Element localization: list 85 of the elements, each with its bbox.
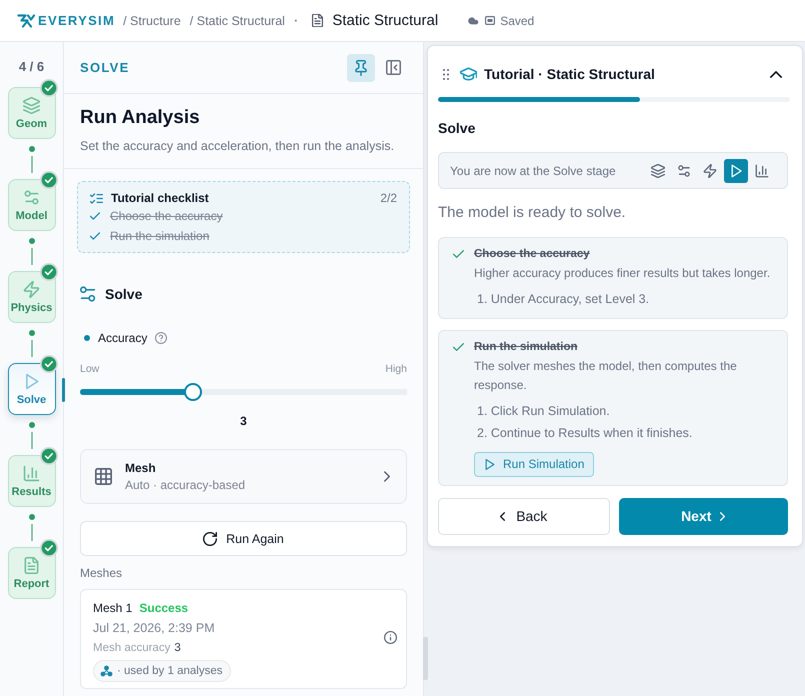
panel-collapse-icon	[386, 60, 400, 75]
step-tab[interactable]: Geom	[8, 87, 56, 139]
task-description: The solver meshes the model, then computes the response.	[474, 358, 738, 394]
cloud-icon	[468, 16, 480, 24]
tutorial-title: Tutorial · Static Structural	[484, 66, 656, 82]
sliders-icon	[23, 189, 40, 206]
save-status: Saved	[500, 14, 534, 28]
layers-icon	[23, 97, 40, 114]
box-icon	[485, 16, 496, 25]
breadcrumb-separator: ·	[294, 13, 298, 28]
step-counter: 4 / 6	[18, 59, 44, 75]
meshes-label: Meshes	[80, 566, 124, 580]
mesh-name: Mesh 1	[93, 600, 132, 617]
mesh-accuracy-value: 3	[174, 641, 181, 656]
lightning-icon	[703, 164, 717, 178]
sliders-icon	[80, 286, 96, 302]
task-title: Choose the accuracy	[474, 248, 590, 260]
step-tab[interactable]: Model	[8, 179, 56, 231]
slider-min-label: Low	[80, 362, 100, 376]
stage-title: Solve	[438, 120, 476, 136]
pin-icon	[354, 60, 368, 76]
panel-title: Run Analysis	[80, 106, 201, 130]
mesh-settings-row[interactable]: Mesh Auto · accuracy-based	[80, 449, 407, 504]
breadcrumb-link[interactable]: / Structure	[123, 14, 181, 28]
layers-icon	[651, 164, 665, 178]
sliders-icon	[677, 164, 691, 178]
step-tab[interactable]: Results	[8, 455, 56, 507]
lightning-icon	[23, 281, 40, 298]
slider-thumb[interactable]	[184, 383, 202, 401]
checklist-title: Tutorial checklist	[111, 191, 210, 205]
step-tab[interactable]: Solve	[8, 363, 56, 415]
logo-icon	[17, 12, 35, 28]
chevron-right-icon	[720, 512, 726, 520]
run-again-button[interactable]: Run Again	[80, 521, 407, 556]
task-step: 1. Click Run Simulation.	[474, 400, 781, 422]
breadcrumb-link[interactable]: / Static Structural	[190, 14, 285, 28]
bar-chart-icon	[755, 164, 769, 178]
active-step-indicator	[62, 378, 65, 402]
help-icon	[155, 332, 168, 344]
chevron-up-icon	[770, 70, 782, 78]
step-tab[interactable]: Physics	[8, 271, 56, 323]
panel-subtitle: Set the accuracy and acceleration, then run the analysis.	[80, 138, 396, 154]
document-icon	[312, 14, 324, 27]
play-icon	[23, 373, 40, 390]
status-label: Success	[139, 600, 188, 617]
refresh-icon	[203, 532, 218, 546]
task-description: Higher accuracy produces finer results but takes longer.	[474, 265, 772, 282]
chevron-right-icon	[384, 471, 390, 482]
dot-icon	[84, 335, 90, 341]
info-icon	[384, 631, 397, 644]
drag-handle-icon[interactable]	[443, 68, 449, 80]
task-step: 2. Continue to Results when it finishes.	[474, 422, 781, 444]
cluster-icon	[100, 665, 113, 677]
mesh-accuracy-label: Mesh accuracy	[93, 641, 170, 656]
resize-handle[interactable]	[423, 637, 428, 680]
step-tab[interactable]: Report	[8, 547, 56, 599]
graduation-cap-icon	[460, 67, 477, 81]
bar-chart-icon	[23, 465, 40, 482]
section-title: Solve	[105, 286, 142, 302]
task-title: Run the simulation	[474, 340, 578, 352]
status-message: The model is ready to solve.	[438, 204, 627, 222]
document-icon	[23, 557, 40, 574]
slider-max-label: High	[385, 362, 407, 376]
play-icon	[729, 164, 743, 178]
chevron-left-icon	[500, 512, 506, 520]
checklist-icon	[90, 192, 103, 204]
logo-text[interactable]: EVERYSIM	[38, 13, 116, 28]
document-title: Static Structural	[332, 12, 438, 29]
checklist-item: Run the simulation	[110, 229, 210, 243]
back-button[interactable]: Back	[438, 498, 610, 534]
stage-button[interactable]	[724, 158, 748, 182]
play-icon	[485, 458, 495, 470]
stage-text: You are now at the Solve stage	[450, 164, 617, 178]
pin-button[interactable]	[347, 54, 375, 82]
run-simulation-button[interactable]: Run Simulation	[474, 452, 594, 476]
task-step: 1. Under Accuracy, set Level 3.	[474, 288, 781, 310]
accuracy-value: 3	[239, 414, 248, 428]
checklist-count: 2/2	[380, 191, 397, 205]
mesh-date: Jul 21, 2026, 2:39 PM	[93, 620, 215, 637]
checklist-item: Choose the accuracy	[110, 209, 223, 223]
next-button[interactable]: Next	[618, 498, 788, 534]
accuracy-label: Accuracy	[98, 331, 148, 345]
grid-icon	[95, 468, 112, 485]
usage-text: · used by 1 analyses	[117, 665, 222, 677]
panel-heading: SOLVE	[80, 60, 131, 75]
